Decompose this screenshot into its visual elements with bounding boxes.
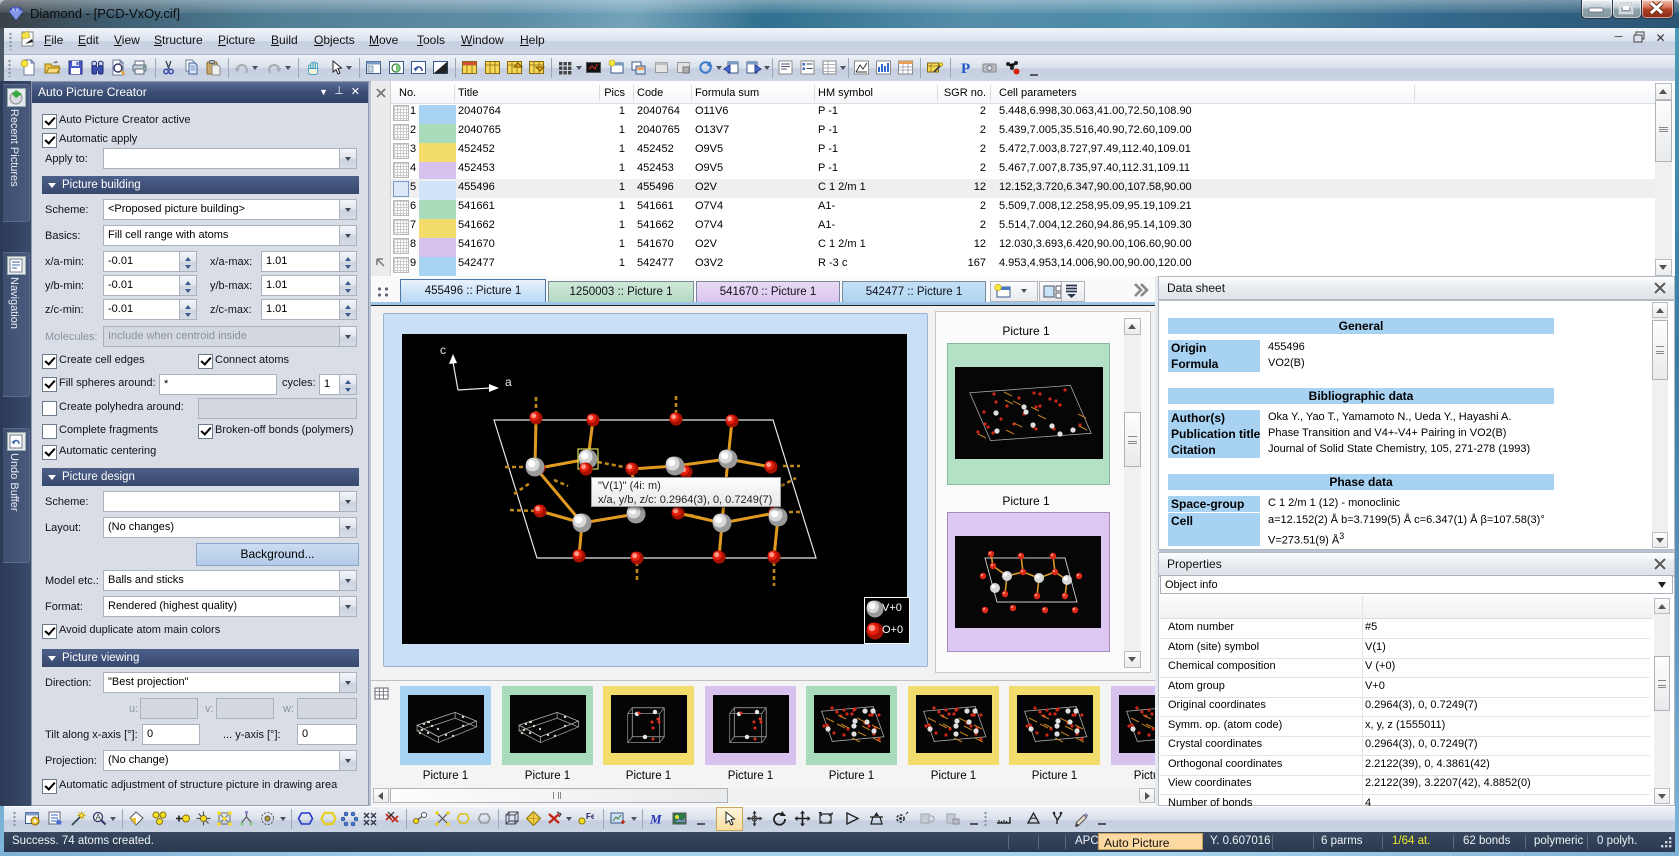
svg-text:c: c (440, 343, 446, 357)
svg-text:A: A (96, 813, 102, 822)
svg-text:a: a (505, 375, 512, 389)
svg-text:Fe: Fe (586, 812, 594, 821)
svg-text:P: P (961, 61, 970, 76)
svg-text:M: M (649, 812, 662, 827)
